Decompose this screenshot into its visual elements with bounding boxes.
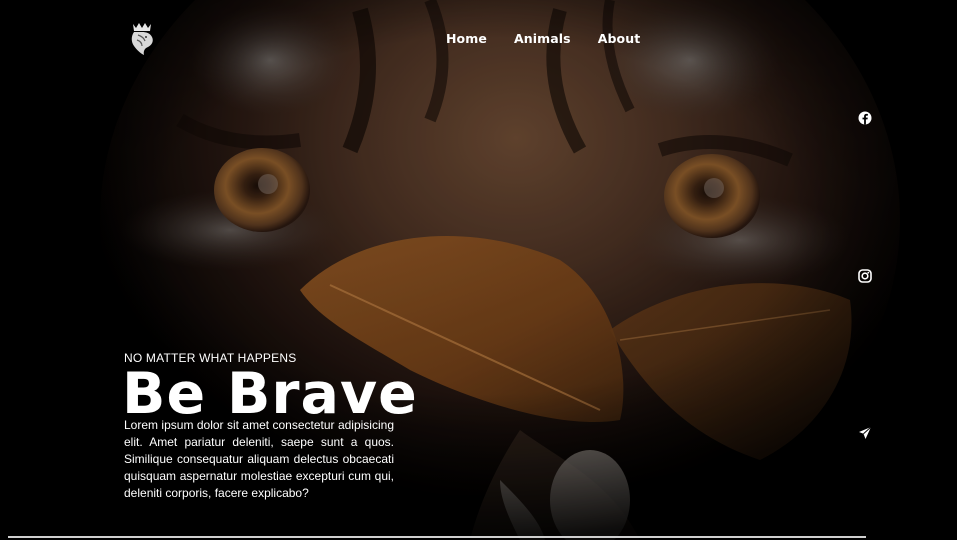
nav-link-home[interactable]: Home xyxy=(446,31,487,46)
page: Home Animals About NO MATTER WHAT HAPPEN… xyxy=(0,0,957,540)
nav-links: Home Animals About xyxy=(446,31,640,46)
instagram-icon[interactable] xyxy=(858,269,872,283)
send-icon[interactable] xyxy=(858,426,872,440)
facebook-icon[interactable] xyxy=(858,111,872,125)
bottom-divider xyxy=(8,536,866,538)
nav-link-about[interactable]: About xyxy=(598,31,641,46)
nav-link-animals[interactable]: Animals xyxy=(514,31,571,46)
lion-crown-logo-icon[interactable] xyxy=(128,22,156,56)
top-nav: Home Animals About xyxy=(0,0,957,80)
hero-body-text: Lorem ipsum dolor sit amet consectetur a… xyxy=(124,418,394,500)
